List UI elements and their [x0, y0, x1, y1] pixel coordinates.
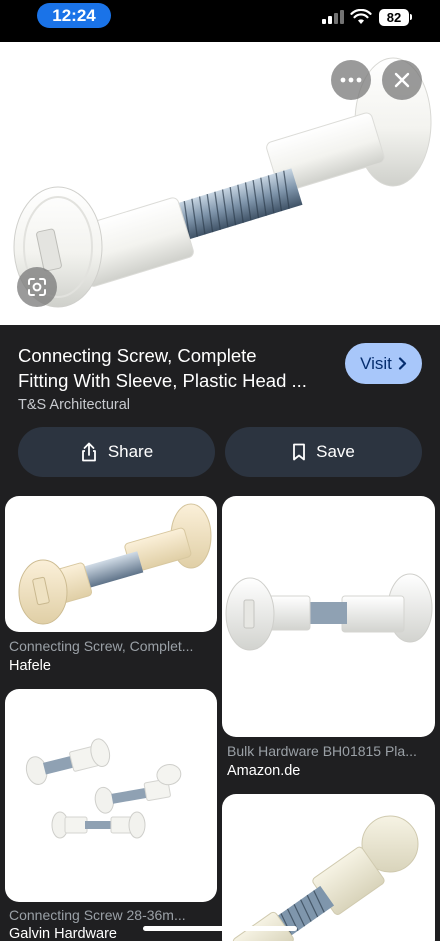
result-title[interactable]: Connecting Screw, Complete Fitting With …: [18, 343, 328, 393]
home-indicator[interactable]: [143, 926, 297, 931]
visit-button[interactable]: Visit: [345, 343, 422, 384]
status-time[interactable]: 12:24: [37, 3, 111, 28]
result-title-line2: Fitting With Sleeve, Plastic Head ...: [18, 370, 307, 391]
related-card-source[interactable]: Hafele: [9, 658, 51, 674]
visit-label: Visit: [360, 353, 392, 373]
battery-icon: 82: [379, 9, 409, 26]
lens-search-button[interactable]: [17, 267, 57, 307]
chevron-right-icon: [398, 357, 407, 370]
status-bar: 12:24 82: [0, 0, 440, 42]
more-horizontal-icon: [340, 77, 362, 83]
share-icon: [81, 442, 96, 462]
share-label: Share: [107, 442, 154, 461]
save-label: Save: [316, 442, 355, 461]
save-button[interactable]: Save: [225, 427, 422, 477]
related-image-closeup-screw: [232, 815, 419, 941]
related-card-image[interactable]: [222, 794, 435, 941]
close-icon: [394, 72, 410, 88]
wifi-icon: [350, 9, 372, 24]
result-title-line1: Connecting Screw, Complete: [18, 345, 257, 366]
screw-illustration: [13, 57, 432, 308]
related-card-source[interactable]: Amazon.de: [227, 763, 300, 779]
more-options-button[interactable]: [331, 60, 371, 100]
related-card-source[interactable]: Galvin Hardware: [9, 926, 117, 941]
related-image-white-screw: [225, 573, 433, 651]
result-info-panel: Connecting Screw, Complete Fitting With …: [0, 325, 440, 495]
result-source[interactable]: T&S Architectural: [18, 397, 130, 413]
signal-icon: [322, 10, 344, 24]
bookmark-icon: [293, 443, 306, 461]
related-card-image[interactable]: [222, 496, 435, 737]
related-card-title[interactable]: Connecting Screw, Complet...: [9, 638, 214, 654]
related-card-image[interactable]: [5, 689, 217, 902]
lens-icon: [28, 278, 46, 296]
hero-image[interactable]: [0, 42, 440, 325]
related-card-title[interactable]: Connecting Screw 28-36m...: [9, 907, 214, 923]
close-button[interactable]: [382, 60, 422, 100]
share-button[interactable]: Share: [18, 427, 215, 477]
related-image-beige-screw: [18, 503, 212, 625]
related-image-three-screws: [25, 738, 182, 839]
related-card-image[interactable]: [5, 496, 217, 632]
battery-tip: [410, 14, 412, 20]
related-card-title[interactable]: Bulk Hardware BH01815 Pla...: [227, 743, 432, 759]
